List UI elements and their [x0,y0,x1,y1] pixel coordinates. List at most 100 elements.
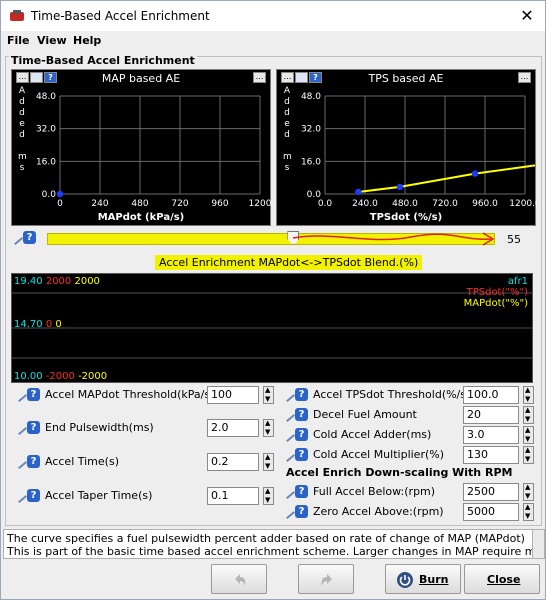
gauge-strip: 19.40 2000 2000 14.70 0 0 10.00 -2000 -2… [11,273,533,383]
field-label: Cold Accel Multiplier(%) [313,448,445,461]
field-input[interactable]: 20 [463,406,519,424]
field-mapdot-threshold: ? Accel MAPdot Threshold(kPa/s) 100 [12,386,280,404]
redo-button[interactable] [298,564,354,594]
edit-icon[interactable] [12,454,28,470]
description-scrollbar[interactable] [532,530,544,558]
help-icon[interactable]: ? [295,408,308,421]
gauge-top-values: 19.40 2000 2000 [14,276,100,287]
field-input[interactable]: 0.1 [207,487,259,505]
field-spinner[interactable] [523,483,534,501]
field-spinner[interactable] [523,386,534,404]
close-button[interactable]: Close [464,564,540,594]
field-input[interactable]: 2500 [463,483,519,501]
field-spinner[interactable] [523,503,534,521]
y-tick-label: 32.0 [301,125,321,135]
gauge-tps-mid: 0 [45,319,53,330]
field-spinner[interactable] [523,406,534,424]
data-point [56,190,64,198]
field-input[interactable]: 100.0 [463,386,519,404]
field-input[interactable]: 130 [463,446,519,464]
map-ae-chart[interactable]: … ? … MAP based AE Addedms MAPdot (kPa/s… [11,69,272,226]
field-icons: ? [280,504,309,520]
x-tick-label: 1200 [249,199,272,209]
edit-icon[interactable] [280,504,296,520]
field-label: End Pulsewidth(ms) [45,421,154,434]
tps-ae-chart[interactable]: … ? … TPS based AE Addedms TPSdot (%/s) … [276,69,537,226]
legend-afr: afr1 [507,276,528,287]
field-input[interactable]: 2.0 [207,419,259,437]
burn-icon [397,572,413,588]
field-input[interactable]: 3.0 [463,426,519,444]
close-label: Close [487,573,521,586]
field-icons: ? [12,387,41,403]
field-input[interactable]: 5000 [463,503,519,521]
description-panel[interactable]: The curve specifies a fuel pulsewidth pe… [3,529,545,559]
help-icon[interactable]: ? [27,388,40,401]
annotation-scribble [292,232,495,246]
edit-icon[interactable] [12,387,28,403]
app-window: Time-Based Accel Enrichment ✕ File View … [0,0,546,600]
edit-icon[interactable] [280,484,296,500]
help-icon[interactable]: ? [295,428,308,441]
close-icon[interactable]: ✕ [515,5,539,27]
edit-icon[interactable] [280,427,296,443]
x-tick-label: 720.0 [432,199,458,209]
menu-help[interactable]: Help [73,34,101,47]
help-icon[interactable]: ? [27,455,40,468]
edit-icon[interactable] [12,488,28,504]
help-icon[interactable]: ? [295,505,308,518]
field-input[interactable]: 0.2 [207,453,259,471]
field-spinner[interactable] [523,446,534,464]
menu-file[interactable]: File [7,34,30,47]
legend-mapdot: MAPdot("%") [463,298,528,309]
field-icons: ? [280,407,309,423]
y-tick-label: 48.0 [301,92,321,102]
x-tick-label: 480 [131,199,148,209]
menu-bar: File View Help [1,32,545,50]
help-icon[interactable]: ? [295,448,308,461]
edit-icon[interactable] [280,407,296,423]
field-tpsdot-threshold: ? Accel TPSdot Threshold(%/s) 100.0 [280,386,539,404]
menu-view[interactable]: View [37,34,67,47]
x-tick-label: 240 [91,199,108,209]
description-line: The curve specifies a fuel pulsewidth pe… [7,532,525,545]
window-title: Time-Based Accel Enrichment [31,9,210,23]
field-spinner[interactable] [263,487,274,505]
slider-icons: ? [8,230,37,246]
gauge-bottom-values: 10.00 -2000 -2000 [14,371,107,382]
gauge-tps-max: 2000 [45,276,72,287]
data-point [471,170,479,177]
field-icons: ? [280,447,309,463]
field-spinner[interactable] [263,419,274,437]
burn-button[interactable]: Burn [385,564,461,594]
help-icon[interactable]: ? [27,421,40,434]
edit-icon[interactable] [280,447,296,463]
field-label: Decel Fuel Amount [313,408,417,421]
field-input[interactable]: 100 [207,386,259,404]
x-tick-label: 0.0 [318,199,333,209]
field-spinner[interactable] [263,453,274,471]
edit-icon[interactable] [280,387,296,403]
y-tick-label: 16.0 [301,157,321,167]
x-tick-label: 960.0 [472,199,498,209]
y-tick-label: 48.0 [36,92,56,102]
field-label: Full Accel Below:(rpm) [313,485,436,498]
help-icon[interactable]: ? [295,485,308,498]
field-spinner[interactable] [523,426,534,444]
edit-icon[interactable] [12,420,28,436]
undo-button[interactable] [211,564,267,594]
help-icon[interactable]: ? [27,489,40,502]
undo-icon [235,574,246,586]
field-label: Accel Taper Time(s) [45,489,153,502]
field-cold-accel-multiplier: ? Cold Accel Multiplier(%) 130 [280,446,539,464]
help-icon[interactable]: ? [23,231,36,244]
field-icons: ? [12,488,41,504]
field-full-accel-below: ? Full Accel Below:(rpm) 2500 [280,483,539,501]
help-icon[interactable]: ? [295,388,308,401]
legend-tpsdot: TPSdot("%") [466,287,528,298]
x-tick-label: 1200.0 [509,199,537,209]
field-icons: ? [280,484,309,500]
edit-icon[interactable] [8,230,24,246]
gauge-map-mid: 0 [55,319,62,330]
field-spinner[interactable] [263,386,274,404]
